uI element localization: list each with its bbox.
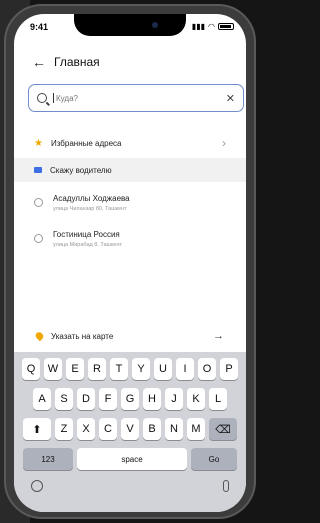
keyboard: Q W E R T Y U I O P A S D F G H J K L ⬆ … [14, 352, 246, 512]
key[interactable]: R [88, 358, 106, 380]
keyboard-row-3: ⬆ Z X C V B N M ⌫ [17, 418, 243, 440]
header: ← Главная [32, 54, 100, 70]
status-icons: ▮▮▮ ◠ [192, 22, 234, 31]
go-key[interactable]: Go [191, 448, 237, 470]
address-text: Асадуллы Ходжаева улица Чиланзар 80, Таш… [53, 194, 130, 212]
key[interactable]: M [187, 418, 205, 440]
key[interactable]: O [198, 358, 216, 380]
camera-dot [152, 22, 158, 28]
key[interactable]: I [176, 358, 194, 380]
tell-driver-label: Скажу водителю [50, 165, 112, 175]
signal-icon: ▮▮▮ [191, 22, 206, 31]
key[interactable]: Y [132, 358, 150, 380]
numbers-key[interactable]: 123 [23, 448, 73, 470]
favorites-label: Избранные адреса [50, 138, 122, 148]
shift-key[interactable]: ⬆ [23, 418, 51, 440]
key[interactable]: U [154, 358, 172, 380]
key[interactable]: A [33, 388, 51, 410]
key[interactable]: X [77, 418, 95, 440]
arrow-right-icon: → [213, 330, 224, 342]
search-input[interactable] [53, 93, 226, 103]
keyboard-row-2: A S D F G H J K L [17, 388, 243, 410]
backspace-key[interactable]: ⌫ [209, 418, 237, 440]
key[interactable]: K [187, 388, 205, 410]
status-time: 9:41 [30, 22, 49, 32]
battery-icon [218, 23, 234, 30]
emoji-icon[interactable] [31, 480, 43, 492]
favorites-row[interactable]: ★ Избранные адреса › [14, 132, 246, 154]
list-item[interactable]: Гостиница Россия улица Мирабад 8, Ташкен… [14, 230, 246, 248]
keyboard-accessories [17, 478, 243, 494]
key[interactable]: L [209, 388, 227, 410]
notch [74, 14, 186, 36]
key[interactable]: B [143, 418, 161, 440]
key[interactable]: Q [22, 358, 40, 380]
microphone-icon[interactable] [223, 480, 229, 492]
key[interactable]: D [77, 388, 95, 410]
key[interactable]: J [165, 388, 183, 410]
chevron-right-icon: › [222, 136, 226, 150]
key[interactable]: Z [55, 418, 73, 440]
clock-icon [34, 198, 43, 207]
space-key[interactable]: space [77, 448, 187, 470]
key[interactable]: P [220, 358, 238, 380]
list-item[interactable]: Асадуллы Ходжаева улица Чиланзар 80, Таш… [14, 194, 246, 212]
back-arrow-icon[interactable]: ← [32, 54, 46, 70]
star-icon: ★ [34, 137, 43, 149]
page-title: Главная [54, 55, 100, 69]
tell-driver-row[interactable]: Скажу водителю [14, 158, 246, 182]
phone-screen: 9:41 ▮▮▮ ◠ ← Главная ✕ ★ Избранные адрес… [14, 14, 246, 512]
chat-icon [34, 167, 42, 173]
keyboard-row-4: 123 space Go [17, 448, 243, 470]
key[interactable]: H [143, 388, 161, 410]
search-bar[interactable]: ✕ [28, 84, 244, 112]
close-icon[interactable]: ✕ [226, 92, 235, 105]
key[interactable]: N [165, 418, 183, 440]
key[interactable]: C [99, 418, 117, 440]
key[interactable]: T [110, 358, 128, 380]
map-row[interactable]: Указать на карте → [14, 326, 246, 346]
key[interactable]: F [99, 388, 117, 410]
search-icon [37, 93, 47, 103]
keyboard-row-1: Q W E R T Y U I O P [17, 358, 243, 380]
key[interactable]: E [66, 358, 84, 380]
map-label: Указать на карте [51, 331, 114, 341]
key[interactable]: W [44, 358, 62, 380]
address-subtitle: улица Мирабад 8, Ташкент [53, 242, 123, 248]
key[interactable]: G [121, 388, 139, 410]
address-subtitle: улица Чиланзар 80, Ташкент [53, 206, 127, 212]
wifi-icon: ◠ [208, 22, 215, 31]
address-text: Гостиница Россия улица Мирабад 8, Ташкен… [53, 230, 122, 248]
pin-icon [34, 330, 45, 342]
address-name: Гостиница Россия [53, 230, 120, 239]
address-name: Асадуллы Ходжаева [53, 194, 130, 203]
key[interactable]: V [121, 418, 139, 440]
key[interactable]: S [55, 388, 73, 410]
clock-icon [34, 234, 43, 243]
